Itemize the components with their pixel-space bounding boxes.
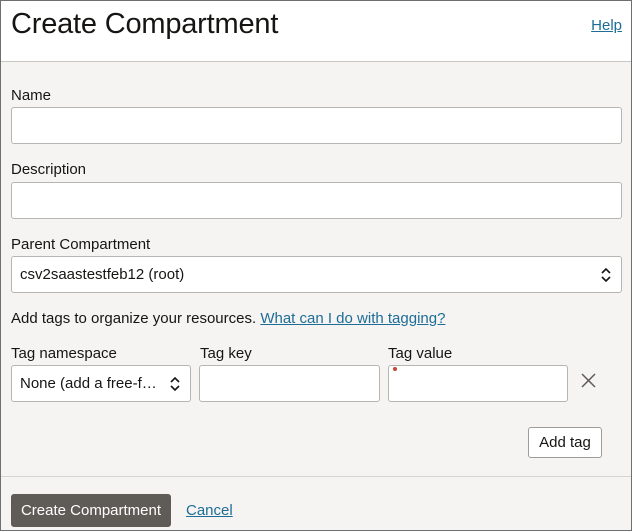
create-compartment-panel: Create Compartment Help Name Description… [0,0,632,531]
tag-namespace-value: None (add a free-form tag) [20,375,160,392]
select-chevron-icon [601,267,611,282]
name-input[interactable] [11,107,622,144]
create-compartment-button[interactable]: Create Compartment [11,494,171,527]
description-label: Description [11,161,87,178]
tag-key-input[interactable] [199,365,380,402]
page-title: Create Compartment [11,8,279,40]
tag-namespace-select[interactable]: None (add a free-form tag) [11,365,191,402]
add-tag-button[interactable]: Add tag [528,427,602,458]
name-label: Name [11,87,52,104]
tags-intro-text: Add tags to organize your resources. [11,310,257,327]
tags-intro: Add tags to organize your resources. Wha… [11,310,445,327]
parent-compartment-select[interactable]: csv2saastestfeb12 (root) [11,256,622,293]
parent-compartment-label: Parent Compartment [11,236,151,253]
panel-header: Create Compartment Help [1,1,631,62]
tag-namespace-label: Tag namespace [11,345,117,362]
cancel-link[interactable]: Cancel [186,502,233,519]
help-link[interactable]: Help [591,17,622,34]
required-indicator [393,367,397,371]
footer-divider [1,476,631,477]
tag-key-label: Tag key [200,345,252,362]
parent-compartment-value: csv2saastestfeb12 (root) [20,266,185,283]
close-icon[interactable] [580,372,597,389]
select-chevron-icon [170,376,180,391]
description-input[interactable] [11,182,622,219]
tag-value-input[interactable] [388,365,568,402]
tagging-help-link[interactable]: What can I do with tagging? [260,310,445,327]
tag-value-label: Tag value [388,345,453,362]
